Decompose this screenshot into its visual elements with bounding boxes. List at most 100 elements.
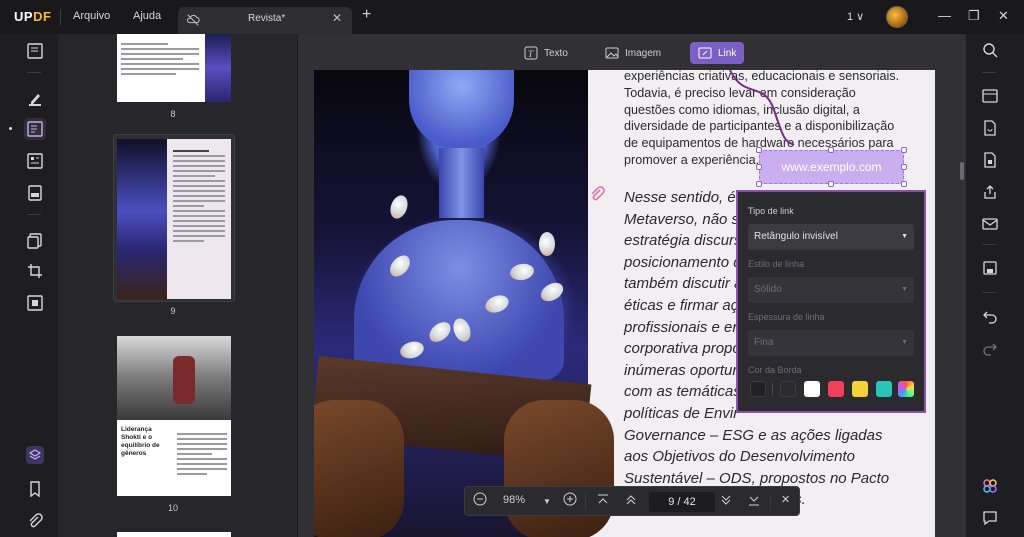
vertical-scrollbar-thumb[interactable]: [960, 162, 964, 180]
image-icon: [605, 47, 619, 59]
redo-icon[interactable]: [982, 340, 1000, 358]
divider: [60, 9, 61, 25]
link-connector-line: [729, 70, 795, 146]
tab-title: Revista*: [248, 13, 286, 24]
resize-handle[interactable]: [901, 147, 907, 153]
thumbnail-figure: [173, 356, 195, 404]
menu-help[interactable]: Ajuda: [133, 10, 161, 22]
swatch-custom-color[interactable]: [898, 381, 914, 397]
undo-icon[interactable]: [982, 308, 1000, 326]
link-properties-popup: Tipo de link Retângulo invisível ▼ Estilo…: [736, 190, 926, 413]
swatch-yellow[interactable]: [852, 381, 868, 397]
line-thickness-select[interactable]: Fina ▼: [748, 330, 914, 356]
page-number-label: 10: [167, 503, 178, 513]
line-style-select[interactable]: Sólido ▼: [748, 277, 914, 303]
page-number-input[interactable]: 9 / 42: [649, 492, 715, 512]
close-window-icon[interactable]: ✕: [998, 8, 1009, 24]
figure-neck: [439, 148, 484, 218]
page-thumbnail[interactable]: [117, 139, 231, 299]
crop-icon[interactable]: [24, 260, 46, 282]
active-indicator: [9, 127, 12, 130]
link-icon: [698, 47, 712, 59]
thumbnail-image: [205, 34, 231, 102]
page-separator: /: [677, 496, 681, 508]
page-thumbnail[interactable]: Liderança Shokti e o equilíbrio de gêner…: [117, 336, 231, 496]
resize-handle[interactable]: [901, 164, 907, 170]
resize-handle[interactable]: [756, 147, 762, 153]
protect-pdf-icon[interactable]: [982, 152, 1000, 170]
resize-handle[interactable]: [828, 147, 834, 153]
divider: [772, 383, 773, 395]
page-number-label: 8: [170, 109, 176, 119]
paperclip-icon[interactable]: [588, 186, 606, 204]
resize-handle[interactable]: [828, 181, 834, 187]
zoom-dropdown-icon[interactable]: ▼: [543, 497, 551, 506]
tab-revista[interactable]: Revista* ✕: [178, 7, 352, 34]
watermark-icon[interactable]: [24, 292, 46, 314]
total-pages: 42: [683, 496, 696, 508]
last-page-icon[interactable]: [748, 493, 760, 510]
swatch-red[interactable]: [828, 381, 844, 397]
bookmark-icon[interactable]: [24, 478, 46, 500]
share-icon[interactable]: [982, 184, 1000, 202]
left-hand: [314, 400, 404, 537]
link-type-label: Tipo de link: [748, 206, 794, 216]
window-count[interactable]: 1 ∨: [847, 10, 864, 23]
page-thumbnail[interactable]: [117, 34, 231, 102]
zoom-level[interactable]: 98%: [503, 494, 525, 506]
divider: [27, 72, 41, 73]
divider: [982, 244, 996, 245]
minimize-icon[interactable]: —: [938, 8, 951, 23]
thumbnail-image: [117, 139, 167, 299]
layers-icon[interactable]: [24, 444, 46, 466]
swatch-black[interactable]: [780, 381, 796, 397]
close-tab-icon[interactable]: ✕: [332, 11, 342, 25]
coin: [539, 232, 555, 256]
link-annotation[interactable]: www.exemplo.com: [759, 150, 904, 184]
zoom-out-icon[interactable]: [473, 492, 487, 509]
email-icon[interactable]: [982, 216, 1000, 234]
resize-handle[interactable]: [901, 181, 907, 187]
avatar[interactable]: [886, 6, 908, 28]
page-thumbnail[interactable]: [117, 532, 231, 537]
first-page-icon[interactable]: [597, 493, 609, 510]
previous-page-icon[interactable]: [625, 493, 637, 510]
restore-icon[interactable]: ❐: [968, 8, 980, 24]
add-text-button[interactable]: T Texto: [516, 42, 576, 64]
organize-pages-icon[interactable]: [24, 230, 46, 252]
page-number-label: 9: [170, 306, 176, 316]
resize-handle[interactable]: [756, 164, 762, 170]
swatch-teal[interactable]: [876, 381, 892, 397]
resize-handle[interactable]: [756, 181, 762, 187]
new-tab-button[interactable]: +: [362, 6, 371, 24]
edit-pdf-icon[interactable]: [24, 118, 46, 140]
next-page-icon[interactable]: [720, 493, 732, 510]
ai-assistant-icon[interactable]: [982, 478, 1000, 496]
link-type-select[interactable]: Retângulo invisível ▼: [748, 224, 914, 250]
reader-mode-icon[interactable]: [24, 40, 46, 62]
current-page: 9: [668, 496, 675, 508]
swatch-white[interactable]: [804, 381, 820, 397]
save-icon[interactable]: [982, 260, 1000, 278]
app-logo: UPDF: [14, 9, 52, 24]
thumbnail-title: Liderança Shokti e o equilíbrio de gêner…: [121, 426, 160, 457]
figure-head: [409, 70, 514, 150]
ocr-icon[interactable]: [24, 182, 46, 204]
attachment-icon[interactable]: [24, 510, 46, 532]
comment-icon[interactable]: [982, 510, 1000, 528]
close-navigation-icon[interactable]: ✕: [781, 493, 790, 506]
add-link-button[interactable]: Link: [690, 42, 745, 64]
ocr-scan-icon[interactable]: [982, 88, 1000, 106]
divider: [982, 72, 996, 73]
search-icon[interactable]: [982, 42, 1000, 60]
comment-highlight-icon[interactable]: [24, 88, 46, 110]
convert-pdf-icon[interactable]: [982, 120, 1000, 138]
add-image-button[interactable]: Imagem: [597, 42, 669, 64]
text-icon: T: [524, 46, 538, 60]
form-icon[interactable]: [24, 150, 46, 172]
zoom-in-icon[interactable]: [563, 492, 577, 509]
swatch-none[interactable]: [750, 381, 766, 397]
right-tool-rail: [966, 34, 1024, 537]
menu-file[interactable]: Arquivo: [73, 10, 110, 22]
divider: [982, 292, 996, 293]
